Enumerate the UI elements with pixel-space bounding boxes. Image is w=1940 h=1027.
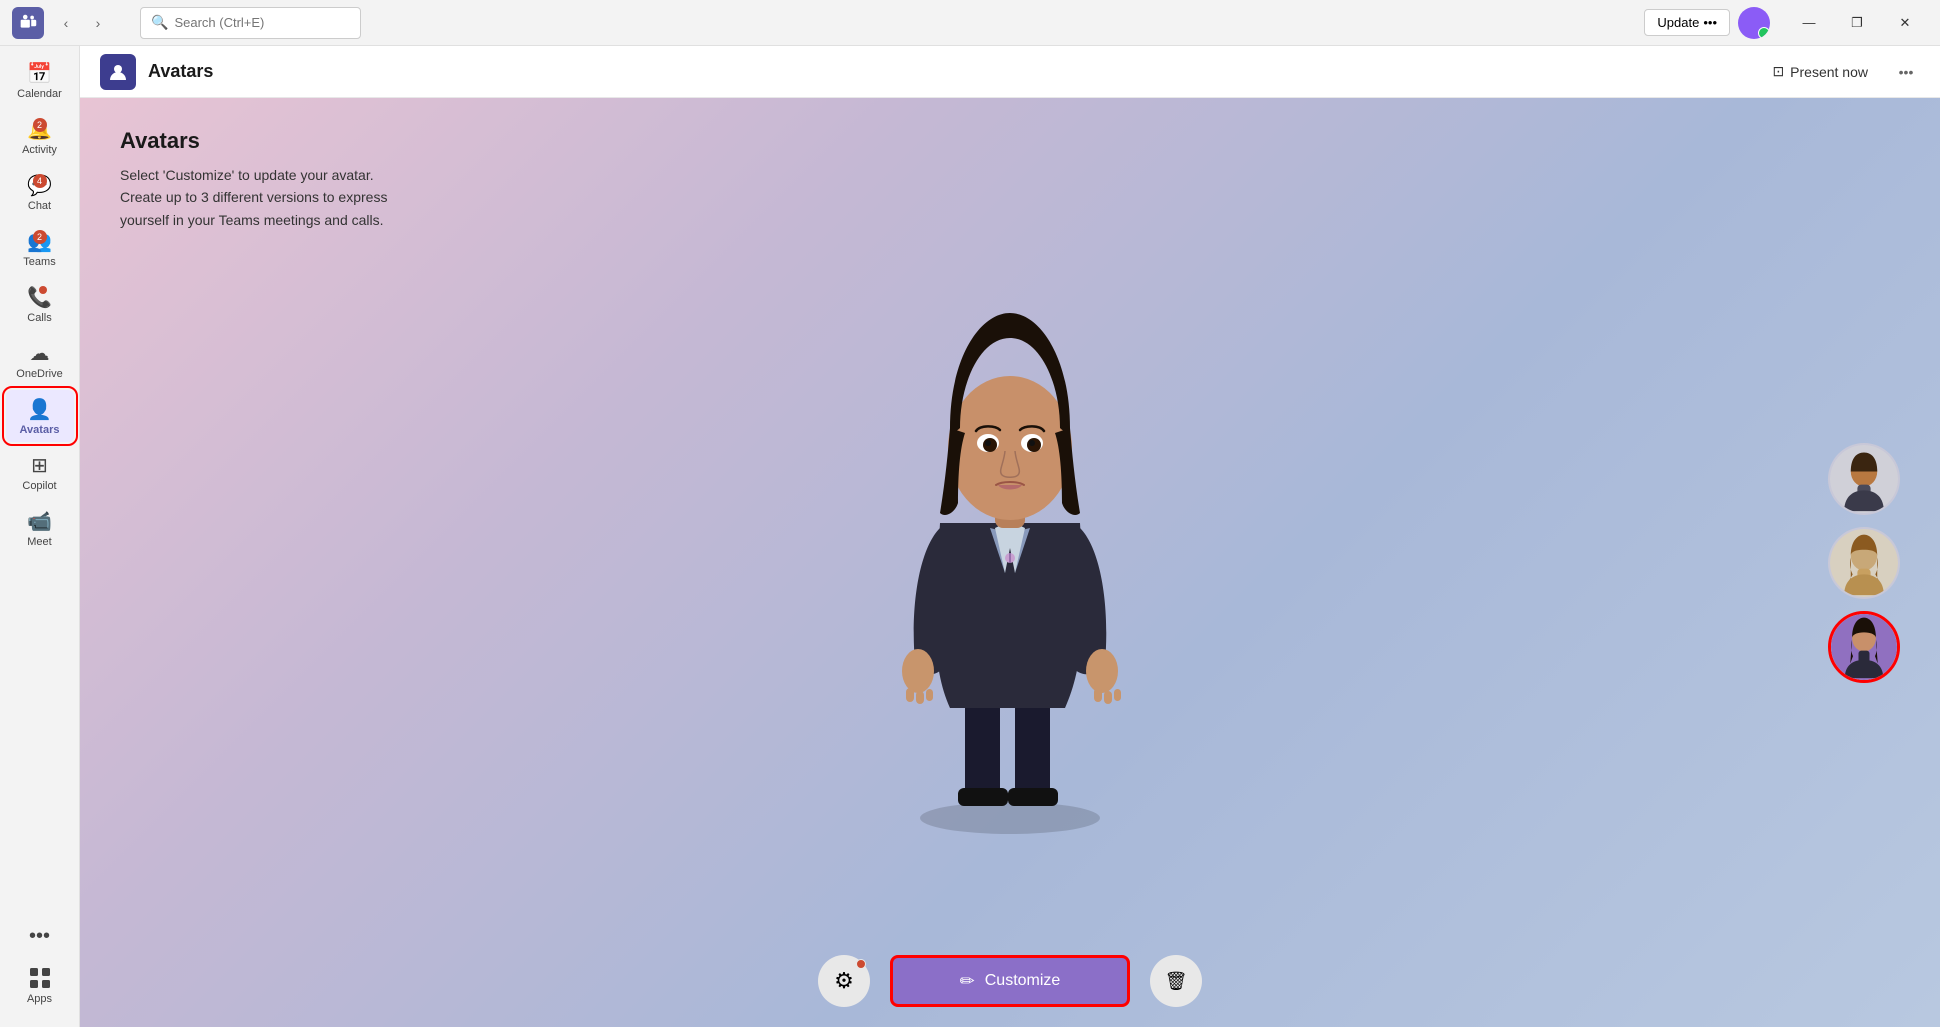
- avatar-desc-line1: Select 'Customize' to update your avatar…: [120, 164, 387, 186]
- app-header: Avatars ⊡ Present now •••: [80, 46, 1940, 98]
- sidebar-item-copilot[interactable]: ⊞ Copilot: [6, 446, 74, 498]
- sidebar-label-avatars: Avatars: [20, 424, 60, 436]
- title-bar-right: Update ••• — ❐ ✕: [1644, 7, 1928, 39]
- pencil-icon: ✏: [960, 971, 975, 992]
- avatar-info: Avatars Select 'Customize' to update you…: [120, 128, 387, 231]
- sidebar-label-copilot: Copilot: [22, 480, 56, 492]
- trash-icon: 🗑: [1165, 971, 1188, 992]
- update-dots: •••: [1703, 15, 1717, 30]
- search-icon: 🔍: [151, 14, 168, 31]
- sidebar-label-apps: Apps: [27, 993, 52, 1005]
- sidebar-label-activity: Activity: [22, 144, 57, 156]
- sidebar-label-teams: Teams: [23, 256, 55, 268]
- teams-badge: 2: [33, 230, 47, 244]
- chat-icon: 💬 4: [27, 172, 53, 198]
- teams-logo: [12, 7, 44, 39]
- activity-icon: 🔔 2: [27, 116, 53, 142]
- sidebar-label-meet: Meet: [27, 536, 51, 548]
- sidebar-label-onedrive: OneDrive: [16, 368, 62, 380]
- present-label: Present now: [1790, 64, 1868, 80]
- sidebar-label-calls: Calls: [27, 312, 51, 324]
- avatar-svg: [810, 158, 1210, 947]
- app-icon: [100, 54, 136, 90]
- sidebar-item-calendar[interactable]: 📅 Calendar: [6, 54, 74, 106]
- present-now-button[interactable]: ⊡ Present now: [1758, 57, 1882, 86]
- window-controls: — ❐ ✕: [1786, 7, 1928, 39]
- calendar-icon: 📅: [27, 60, 53, 86]
- app-header-right: ⊡ Present now •••: [1758, 57, 1920, 86]
- sidebar-item-teams[interactable]: 👥 2 Teams: [6, 222, 74, 274]
- sidebar-label-calendar: Calendar: [17, 88, 62, 100]
- calls-icon: 📞: [27, 284, 53, 310]
- app-title: Avatars: [148, 61, 213, 82]
- avatars-icon: 👤: [27, 396, 53, 422]
- user-avatar[interactable]: [1738, 7, 1770, 39]
- sidebar: 📅 Calendar 🔔 2 Activity 💬 4 Chat 👥 2: [0, 46, 80, 1027]
- title-bar-left: ‹ › 🔍: [12, 7, 381, 39]
- avatar-thumb-3[interactable]: [1828, 611, 1900, 683]
- avatar-description: Select 'Customize' to update your avatar…: [120, 164, 387, 231]
- close-button[interactable]: ✕: [1882, 7, 1928, 39]
- avatar-thumb-2[interactable]: [1828, 527, 1900, 599]
- update-button[interactable]: Update •••: [1644, 9, 1730, 36]
- app-more-button[interactable]: •••: [1892, 58, 1920, 86]
- teams-icon: 👥 2: [27, 228, 53, 254]
- onedrive-icon: ☁: [27, 340, 53, 366]
- search-input[interactable]: [174, 15, 350, 30]
- content-area: Avatars ⊡ Present now ••• Avatars Select…: [80, 46, 1940, 1027]
- meet-icon: 📹: [27, 508, 53, 534]
- settings-gear-button[interactable]: ⚙: [818, 955, 870, 1007]
- calls-badge-dot: [39, 286, 47, 294]
- app-header-left: Avatars: [100, 54, 213, 90]
- delete-button[interactable]: 🗑: [1150, 955, 1202, 1007]
- minimize-button[interactable]: —: [1786, 7, 1832, 39]
- sidebar-item-activity[interactable]: 🔔 2 Activity: [6, 110, 74, 162]
- avatar-selector: [1828, 443, 1900, 683]
- sidebar-item-chat[interactable]: 💬 4 Chat: [6, 166, 74, 218]
- avatar-3d-container: [810, 158, 1210, 947]
- apps-icon: [27, 965, 53, 991]
- gear-icon: ⚙: [834, 968, 854, 994]
- sidebar-item-avatars[interactable]: 👤 Avatars: [6, 390, 74, 442]
- present-icon: ⊡: [1772, 63, 1784, 80]
- copilot-icon: ⊞: [27, 452, 53, 478]
- sidebar-item-onedrive[interactable]: ☁ OneDrive: [6, 334, 74, 386]
- avatar-desc-line2: Create up to 3 different versions to exp…: [120, 186, 387, 208]
- avatar-thumb-1[interactable]: [1828, 443, 1900, 515]
- main-layout: 📅 Calendar 🔔 2 Activity 💬 4 Chat 👥 2: [0, 46, 1940, 1027]
- chat-badge: 4: [33, 174, 47, 188]
- sidebar-item-meet[interactable]: 📹 Meet: [6, 502, 74, 554]
- sidebar-item-apps[interactable]: Apps: [6, 959, 74, 1011]
- nav-forward-button[interactable]: ›: [84, 9, 112, 37]
- avatar-main-area: Avatars Select 'Customize' to update you…: [80, 98, 1940, 1027]
- sidebar-bottom: ••• Apps: [6, 917, 74, 1019]
- customize-label: Customize: [985, 972, 1061, 990]
- title-bar: ‹ › 🔍 Update ••• — ❐ ✕: [0, 0, 1940, 46]
- nav-arrows: ‹ ›: [52, 9, 112, 37]
- activity-badge: 2: [33, 118, 47, 132]
- sidebar-label-chat: Chat: [28, 200, 51, 212]
- avatar-desc-line3: yourself in your Teams meetings and call…: [120, 209, 387, 231]
- sidebar-item-more[interactable]: •••: [6, 917, 74, 955]
- nav-back-button[interactable]: ‹: [52, 9, 80, 37]
- avatar-bottom-controls: ⚙ ✏ Customize 🗑: [818, 955, 1202, 1007]
- sidebar-item-calls[interactable]: 📞 Calls: [6, 278, 74, 330]
- more-icon: •••: [27, 923, 53, 949]
- customize-button[interactable]: ✏ Customize: [890, 955, 1130, 1007]
- avatar-main-title: Avatars: [120, 128, 387, 154]
- gear-badge-dot: [856, 959, 866, 969]
- update-label: Update: [1657, 15, 1699, 30]
- search-bar[interactable]: 🔍: [140, 7, 361, 39]
- maximize-button[interactable]: ❐: [1834, 7, 1880, 39]
